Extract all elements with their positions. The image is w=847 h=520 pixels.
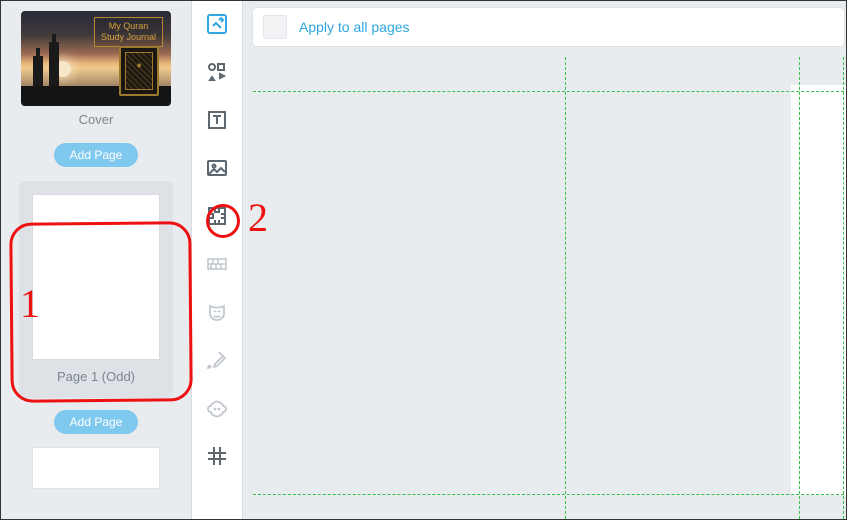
tool-toolbar: [191, 1, 243, 519]
brush-icon[interactable]: [202, 345, 232, 375]
apply-all-pages-link[interactable]: Apply to all pages: [299, 19, 410, 35]
pages-panel: My Quran Study Journal Cover Add Page Pa…: [1, 1, 191, 519]
grid-icon[interactable]: [202, 441, 232, 471]
cover-thumbnail[interactable]: My Quran Study Journal: [21, 11, 171, 106]
puzzle-icon[interactable]: [202, 201, 232, 231]
brick-icon[interactable]: [202, 249, 232, 279]
add-page-button[interactable]: Add Page: [54, 410, 139, 434]
guide-right: [843, 57, 844, 519]
guide-margin-right: [799, 57, 800, 519]
cover-title-box: My Quran Study Journal: [94, 17, 163, 47]
app-root: My Quran Study Journal Cover Add Page Pa…: [0, 0, 847, 520]
guide-left: [565, 57, 566, 519]
cover-title-line: Study Journal: [101, 32, 156, 43]
mask-icon[interactable]: [202, 297, 232, 327]
page-1-thumbnail[interactable]: [33, 195, 159, 359]
cover-caption: Cover: [79, 112, 114, 127]
book-icon: [119, 46, 159, 96]
text-icon[interactable]: [202, 105, 232, 135]
sheep-icon[interactable]: [202, 393, 232, 423]
guide-bottom: [253, 494, 844, 495]
shapes-icon[interactable]: [202, 57, 232, 87]
canvas-area: Apply to all pages: [243, 1, 846, 519]
page-1-block[interactable]: Page 1 (Odd): [19, 181, 173, 398]
guide-top: [253, 91, 844, 92]
background-swatch[interactable]: [263, 15, 287, 39]
page-1-caption: Page 1 (Odd): [57, 369, 135, 384]
edit-icon[interactable]: [202, 9, 232, 39]
cover-title-line: My Quran: [101, 21, 156, 32]
cover-thumb-wrap: My Quran Study Journal Cover: [21, 11, 171, 127]
image-icon[interactable]: [202, 153, 232, 183]
apply-bar: Apply to all pages: [253, 8, 844, 46]
add-page-button[interactable]: Add Page: [54, 143, 139, 167]
page-2-thumbnail[interactable]: [33, 448, 159, 488]
